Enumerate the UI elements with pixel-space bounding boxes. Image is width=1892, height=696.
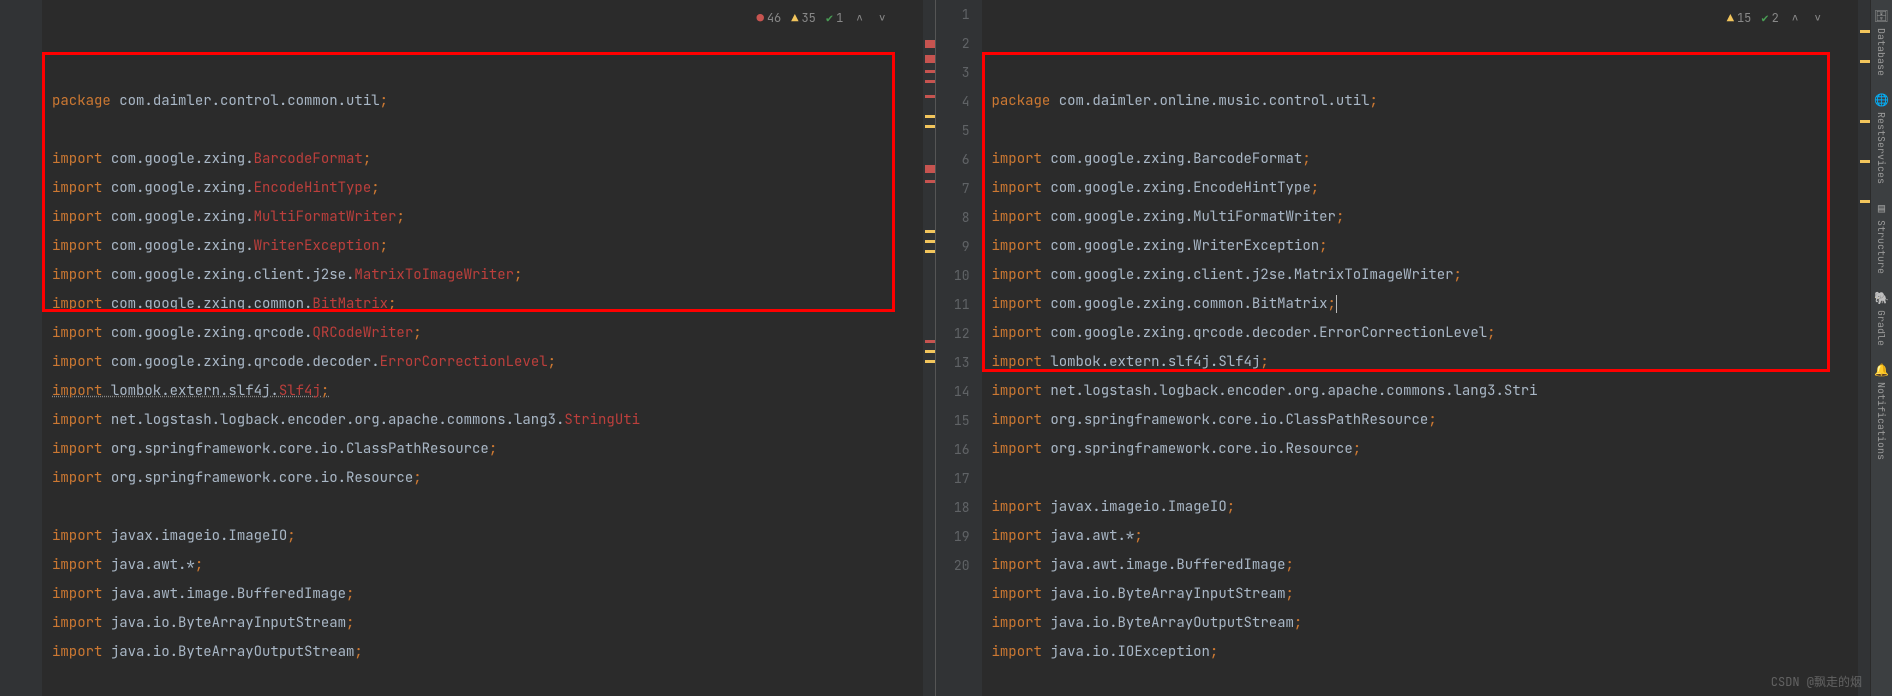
gutter-line (0, 203, 30, 232)
gutter-line (0, 0, 30, 29)
right-code-content[interactable]: package com.daimler.online.music.control… (982, 0, 1871, 696)
gutter-line: 5 (936, 116, 970, 145)
stripe-error[interactable] (925, 340, 935, 343)
gradle-icon: 🐘 (1874, 290, 1889, 306)
gutter-line (0, 87, 30, 116)
gutter-line: 15 (936, 406, 970, 435)
gutter-line (0, 435, 30, 464)
left-code-area[interactable]: package com.daimler.control.common.util;… (0, 0, 935, 696)
tool-database[interactable]: 🗄Database (1872, 0, 1891, 84)
gutter-line (0, 406, 30, 435)
gutter-line: 4 (936, 87, 970, 116)
warning-badge[interactable]: ▲35 (791, 4, 816, 33)
error-stripe-right[interactable] (1858, 0, 1870, 696)
right-code-area[interactable]: 1234567891011121314151617181920 package … (936, 0, 1871, 696)
stripe-warn[interactable] (1860, 200, 1870, 203)
gutter-line (0, 58, 30, 87)
stripe-error[interactable] (925, 70, 935, 73)
globe-icon: 🌐 (1874, 92, 1889, 108)
stripe-warn[interactable] (925, 240, 935, 243)
stripe-error[interactable] (925, 55, 935, 63)
right-tool-strip: 🗄Database 🌐RestServices ▤Structure 🐘Grad… (1870, 0, 1892, 696)
gutter-line (0, 29, 30, 58)
gutter-line (0, 551, 30, 580)
warning-badge[interactable]: ▲15 (1727, 4, 1752, 33)
gutter-line: 6 (936, 145, 970, 174)
gutter-line (0, 348, 30, 377)
stripe-warn[interactable] (925, 250, 935, 253)
gutter-line: 12 (936, 319, 970, 348)
gutter-line: 14 (936, 377, 970, 406)
stripe-error[interactable] (925, 40, 935, 48)
stripe-error[interactable] (925, 95, 935, 98)
check-icon: ✔ (826, 4, 833, 33)
gutter-line: 20 (936, 551, 970, 580)
stripe-warn[interactable] (925, 350, 935, 353)
tool-gradle[interactable]: 🐘Gradle (1872, 282, 1891, 354)
stripe-warn[interactable] (1860, 160, 1870, 163)
nav-up-icon[interactable]: ∧ (1789, 4, 1802, 33)
gutter-line (0, 145, 30, 174)
stripe-warn[interactable] (925, 125, 935, 128)
left-gutter (0, 0, 42, 696)
right-editor-pane: 1234567891011121314151617181920 package … (936, 0, 1871, 696)
gutter-line (0, 522, 30, 551)
gutter-line: 2 (936, 29, 970, 58)
stripe-warn[interactable] (1860, 60, 1870, 63)
gutter-line (0, 464, 30, 493)
gutter-line: 8 (936, 203, 970, 232)
tool-notifications[interactable]: 🔔Notifications (1872, 354, 1891, 468)
structure-icon: ▤ (1878, 200, 1885, 216)
stripe-error[interactable] (925, 80, 935, 83)
bell-icon: 🔔 (1874, 362, 1889, 378)
error-stripe-left[interactable] (923, 0, 935, 696)
gutter-line (0, 116, 30, 145)
gutter-line (0, 232, 30, 261)
error-icon: ● (757, 4, 764, 33)
check-badge[interactable]: ✔2 (1761, 4, 1778, 33)
gutter-line (0, 319, 30, 348)
gutter-line: 13 (936, 348, 970, 377)
inspections-right[interactable]: ▲15 ✔2 ∧ ∨ (1727, 4, 1824, 33)
tool-structure[interactable]: ▤Structure (1873, 192, 1890, 282)
gutter-line: 19 (936, 522, 970, 551)
stripe-warn[interactable] (1860, 30, 1870, 33)
stripe-warn[interactable] (925, 360, 935, 363)
database-icon: 🗄 (1874, 8, 1889, 24)
gutter-line: 9 (936, 232, 970, 261)
nav-down-icon[interactable]: ∨ (1811, 4, 1824, 33)
stripe-error[interactable] (925, 165, 935, 173)
gutter-line (0, 377, 30, 406)
nav-down-icon[interactable]: ∨ (876, 4, 889, 33)
warning-icon: ▲ (1727, 4, 1734, 33)
gutter-line: 18 (936, 493, 970, 522)
stripe-error[interactable] (925, 180, 935, 183)
gutter-line: 16 (936, 435, 970, 464)
inspections-left[interactable]: ●46 ▲35 ✔1 ∧ ∨ (757, 4, 889, 33)
error-badge[interactable]: ●46 (757, 4, 782, 33)
stripe-warn[interactable] (1860, 120, 1870, 123)
gutter-line: 1 (936, 0, 970, 29)
stripe-warn[interactable] (925, 115, 935, 118)
check-icon: ✔ (1761, 4, 1768, 33)
gutter-line: 7 (936, 174, 970, 203)
left-code-content[interactable]: package com.daimler.control.common.util;… (42, 0, 935, 696)
watermark: CSDN @飘走的烟 (1771, 673, 1862, 690)
gutter-line (0, 290, 30, 319)
gutter-line: 3 (936, 58, 970, 87)
gutter-line (0, 493, 30, 522)
left-editor-pane: package com.daimler.control.common.util;… (0, 0, 936, 696)
warning-icon: ▲ (791, 4, 798, 33)
gutter-line: 11 (936, 290, 970, 319)
gutter-line (0, 174, 30, 203)
right-gutter: 1234567891011121314151617181920 (936, 0, 982, 696)
gutter-line (0, 261, 30, 290)
check-badge[interactable]: ✔1 (826, 4, 843, 33)
nav-up-icon[interactable]: ∧ (853, 4, 866, 33)
gutter-line: 10 (936, 261, 970, 290)
stripe-warn[interactable] (925, 230, 935, 233)
gutter-line: 17 (936, 464, 970, 493)
tool-rest[interactable]: 🌐RestServices (1872, 84, 1891, 192)
